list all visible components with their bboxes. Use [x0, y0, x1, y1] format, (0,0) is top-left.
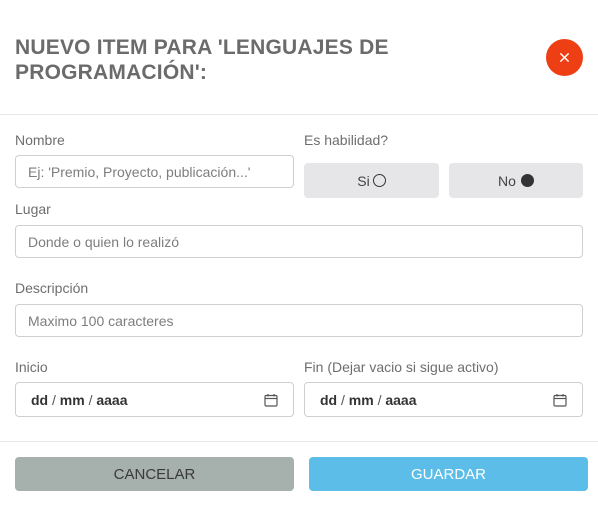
habilidad-no-label: No — [498, 172, 516, 189]
habilidad-no-button[interactable]: No — [449, 163, 583, 198]
nombre-label: Nombre — [15, 132, 65, 148]
inicio-label: Inicio — [15, 359, 48, 375]
inicio-date-text: dd / mm / aaaa — [31, 391, 128, 408]
save-button[interactable]: GUARDAR — [309, 457, 588, 491]
habilidad-label: Es habilidad? — [304, 132, 389, 148]
habilidad-si-button[interactable]: Si — [304, 163, 439, 198]
fin-date-input[interactable]: dd / mm / aaaa — [304, 382, 583, 417]
lugar-label: Lugar — [15, 201, 51, 217]
descripcion-input[interactable] — [15, 304, 583, 337]
footer-divider — [0, 441, 598, 442]
close-icon — [560, 53, 569, 62]
modal-title: NUEVO ITEM PARA 'LENGUAJES DE PROGRAMACI… — [15, 36, 389, 84]
cancel-button[interactable]: CANCELAR — [15, 457, 294, 491]
inicio-date-input[interactable]: dd / mm / aaaa — [15, 382, 294, 417]
close-button[interactable] — [546, 39, 583, 76]
radio-filled-icon — [520, 174, 534, 187]
radio-empty-icon — [372, 174, 386, 187]
calendar-icon[interactable] — [264, 393, 278, 407]
habilidad-si-label: Si — [357, 172, 370, 189]
fin-date-text: dd / mm / aaaa — [320, 391, 417, 408]
fin-label: Fin (Dejar vacio si sigue activo) — [304, 359, 499, 375]
nombre-input[interactable] — [15, 155, 294, 188]
lugar-input[interactable] — [15, 225, 583, 258]
calendar-icon[interactable] — [553, 393, 567, 407]
modal-header: NUEVO ITEM PARA 'LENGUAJES DE PROGRAMACI… — [0, 0, 598, 115]
new-item-modal: NUEVO ITEM PARA 'LENGUAJES DE PROGRAMACI… — [0, 0, 598, 507]
descripcion-label: Descripción — [15, 280, 89, 296]
